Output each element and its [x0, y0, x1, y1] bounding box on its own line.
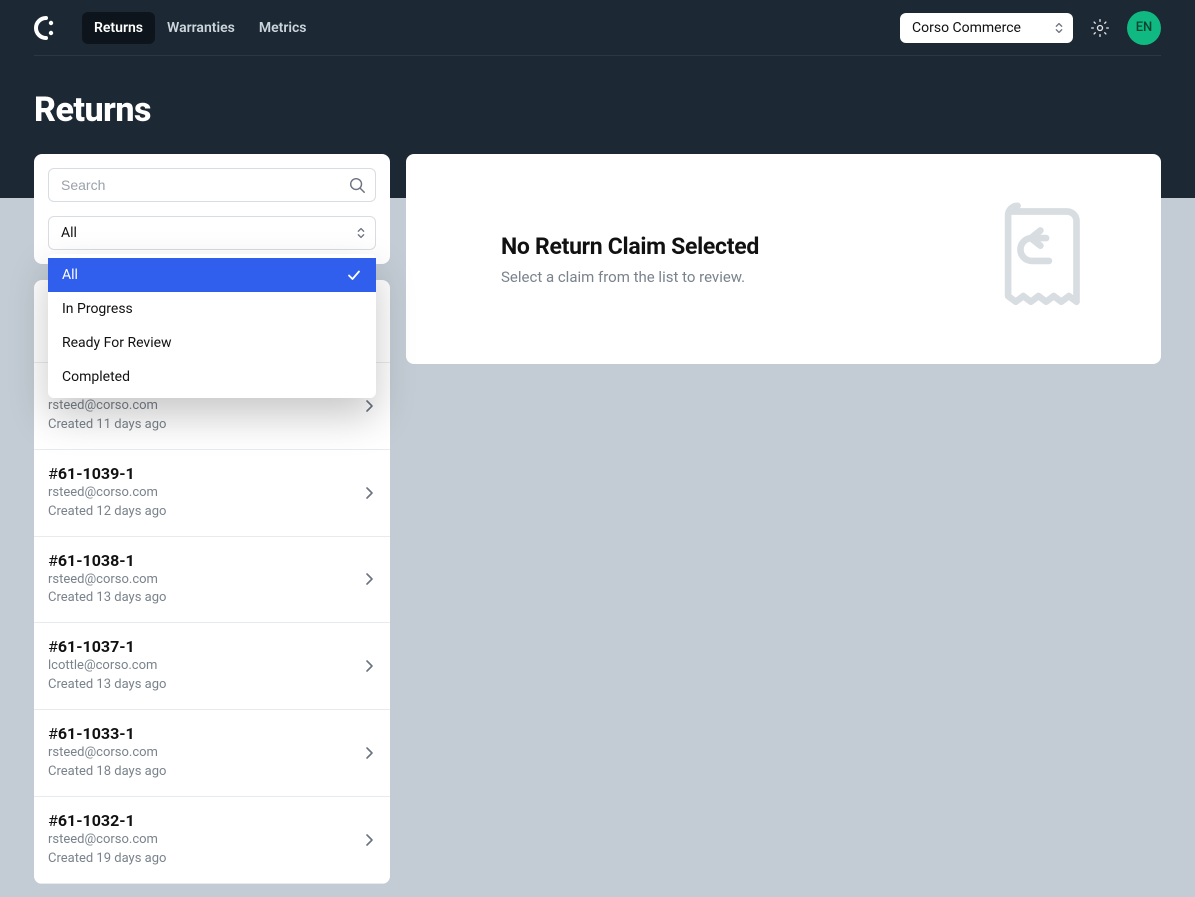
main-nav: Returns Warranties Metrics: [82, 12, 319, 44]
empty-state-panel: No Return Claim Selected Select a claim …: [406, 154, 1161, 364]
chevron-right-icon: [362, 746, 376, 760]
chevron-updown-icon: [355, 225, 367, 241]
org-selector[interactable]: Corso Commerce: [900, 13, 1073, 43]
claim-created: Created 18 days ago: [48, 764, 376, 781]
list-item[interactable]: #61-1037-1 lcottle@corso.com Created 13 …: [34, 623, 390, 710]
chevron-right-icon: [362, 572, 376, 586]
claim-created: Created 19 days ago: [48, 851, 376, 868]
filters-panel: All All In Progress Ready For Review: [34, 154, 390, 264]
claim-id: #61-1037-1: [48, 637, 376, 656]
claim-id: #61-1039-1: [48, 464, 376, 483]
claim-created: Created 13 days ago: [48, 677, 376, 694]
settings-button[interactable]: [1087, 15, 1113, 41]
chevron-right-icon: [362, 833, 376, 847]
gear-icon: [1090, 18, 1110, 38]
filter-option-label: All: [62, 267, 78, 283]
filter-option-all[interactable]: All: [48, 258, 376, 292]
filter-option-in-progress[interactable]: In Progress: [48, 292, 376, 326]
claim-email: rsteed@corso.com: [48, 745, 376, 762]
empty-state-subtitle: Select a claim from the list to review.: [501, 268, 759, 286]
claim-id: #61-1033-1: [48, 724, 376, 743]
status-filter-value: All: [61, 225, 77, 241]
filter-option-label: Completed: [62, 369, 130, 385]
filter-option-ready[interactable]: Ready For Review: [48, 326, 376, 360]
list-item[interactable]: #61-1038-1 rsteed@corso.com Created 13 d…: [34, 537, 390, 624]
status-filter-select[interactable]: All: [48, 216, 376, 250]
topbar: Returns Warranties Metrics Corso Commerc…: [34, 0, 1161, 56]
nav-metrics[interactable]: Metrics: [247, 12, 319, 44]
nav-returns[interactable]: Returns: [82, 12, 155, 44]
org-selector-label: Corso Commerce: [912, 20, 1021, 36]
filter-option-label: In Progress: [62, 301, 133, 317]
claim-email: lcottle@corso.com: [48, 658, 376, 675]
search-input[interactable]: [48, 168, 376, 202]
claim-email: rsteed@corso.com: [48, 572, 376, 589]
filter-option-label: Ready For Review: [62, 335, 172, 351]
chevron-updown-icon: [1053, 20, 1065, 36]
claim-created: Created 13 days ago: [48, 590, 376, 607]
claim-id: #61-1038-1: [48, 551, 376, 570]
list-item[interactable]: #61-1033-1 rsteed@corso.com Created 18 d…: [34, 710, 390, 797]
filter-option-completed[interactable]: Completed: [48, 360, 376, 394]
claim-email: rsteed@corso.com: [48, 485, 376, 502]
page-title: Returns: [34, 90, 1161, 130]
empty-state-title: No Return Claim Selected: [501, 233, 759, 260]
claim-id: #61-1032-1: [48, 811, 376, 830]
claim-created: Created 12 days ago: [48, 504, 376, 521]
chevron-right-icon: [362, 486, 376, 500]
corso-logo-icon[interactable]: [34, 16, 58, 40]
claim-created: Created 11 days ago: [48, 417, 376, 434]
status-filter-dropdown: All In Progress Ready For Review Complet…: [48, 254, 376, 398]
claim-email: rsteed@corso.com: [48, 832, 376, 849]
chevron-right-icon: [362, 659, 376, 673]
search-icon: [348, 176, 366, 194]
receipt-return-icon: [991, 202, 1086, 316]
check-icon: [346, 267, 362, 283]
chevron-right-icon: [362, 399, 376, 413]
list-item[interactable]: #61-1032-1 rsteed@corso.com Created 19 d…: [34, 797, 390, 884]
user-avatar[interactable]: EN: [1127, 11, 1161, 45]
list-item[interactable]: #61-1039-1 rsteed@corso.com Created 12 d…: [34, 450, 390, 537]
claim-email: rsteed@corso.com: [48, 398, 376, 415]
nav-warranties[interactable]: Warranties: [155, 12, 247, 44]
